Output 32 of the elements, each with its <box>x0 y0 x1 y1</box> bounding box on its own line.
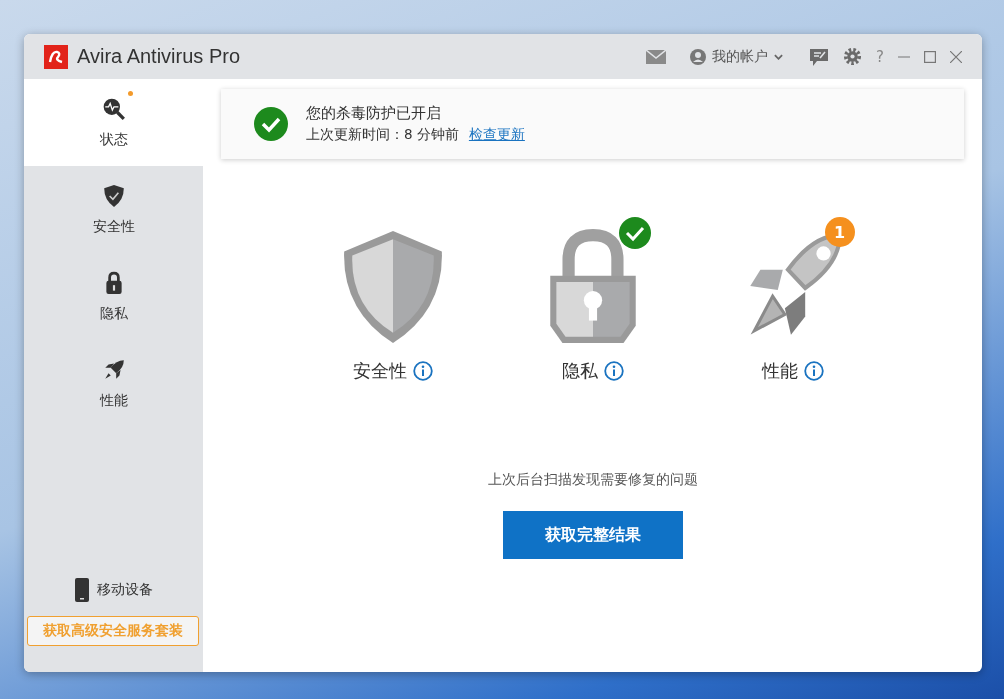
check-badge-icon <box>618 217 651 249</box>
feedback-icon[interactable] <box>809 46 830 67</box>
update-time: 上次更新时间：8 分钟前 <box>306 126 459 144</box>
mail-icon[interactable] <box>646 49 667 64</box>
avira-logo-icon <box>44 44 68 69</box>
info-icon[interactable] <box>603 361 624 381</box>
feature-label: 性能 <box>761 359 798 383</box>
status-title: 您的杀毒防护已开启 <box>306 104 442 123</box>
window-title: Avira Antivirus Pro <box>77 45 241 68</box>
caret-icon <box>774 53 784 60</box>
mobile-devices-link[interactable]: 移动设备 <box>24 578 203 602</box>
maximize-icon[interactable] <box>924 50 936 63</box>
feature-label: 安全性 <box>352 359 407 383</box>
settings-icon[interactable] <box>843 47 863 66</box>
account-menu[interactable]: 我的帐户 <box>690 47 784 66</box>
sidebar-item[interactable]: 性能 <box>24 340 203 427</box>
sidebar-item[interactable]: 隐私 <box>24 253 203 340</box>
user-icon <box>690 48 707 65</box>
info-icon[interactable] <box>803 361 824 381</box>
notification-badge: 1 <box>824 217 855 247</box>
phone-icon <box>74 578 89 602</box>
feature-label: 隐私 <box>561 359 598 383</box>
get-results-button[interactable]: 获取完整结果 <box>502 511 683 559</box>
sidebar-item[interactable]: 状态 <box>24 79 203 166</box>
close-icon[interactable] <box>950 50 962 63</box>
shield-icon <box>101 183 126 208</box>
search-pulse-icon <box>101 96 126 121</box>
check-circle-icon <box>254 107 288 141</box>
scan-message: 上次后台扫描发现需要修复的问题 <box>487 471 698 489</box>
sidebar-item[interactable]: 安全性 <box>24 166 203 253</box>
info-icon[interactable] <box>412 361 433 381</box>
check-updates-link[interactable]: 检查更新 <box>468 126 525 144</box>
